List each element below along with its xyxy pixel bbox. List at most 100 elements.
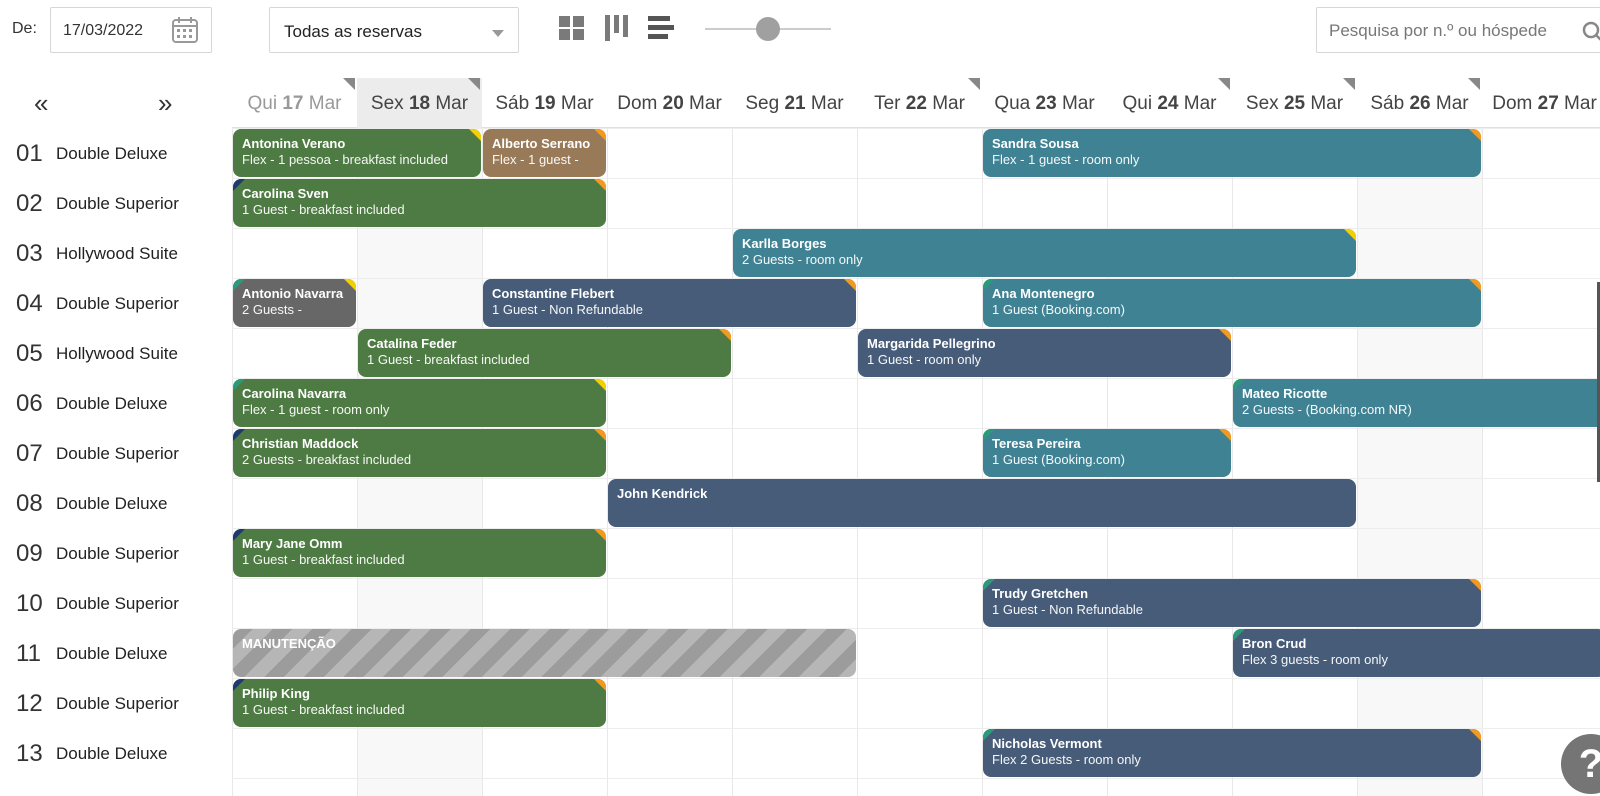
- room-row[interactable]: 01 Double Deluxe: [0, 128, 232, 178]
- booking-block[interactable]: Ana Montenegro 1 Guest (Booking.com): [983, 279, 1481, 327]
- day-month: Mar: [810, 93, 844, 114]
- booking-grid[interactable]: Antonina Verano Flex - 1 pessoa - breakfa…: [232, 128, 1600, 796]
- day-number: 25: [1283, 93, 1306, 114]
- search-field[interactable]: [1316, 7, 1600, 53]
- booking-block[interactable]: John Kendrick: [608, 479, 1356, 527]
- day-marker-icon: [968, 78, 980, 90]
- day-month: Mar: [1061, 93, 1095, 114]
- booking-block[interactable]: Margarida Pellegrino 1 Guest - room only: [858, 329, 1231, 377]
- day-number: 21: [784, 93, 806, 114]
- filter-selected-value[interactable]: Todas as reservas: [284, 22, 422, 42]
- booking-guest-name: John Kendrick: [617, 486, 708, 501]
- day-month: Mar: [932, 93, 965, 114]
- room-row[interactable]: 12 Double Superior: [0, 678, 232, 728]
- channel-flag-icon: [233, 529, 245, 541]
- room-type: Double Superior: [56, 444, 179, 463]
- day-month: Mar: [560, 93, 594, 114]
- day-column-header[interactable]: Ter 22 Mar: [857, 78, 982, 128]
- channel-flag-icon: [983, 429, 995, 441]
- booking-block[interactable]: Philip King 1 Guest - breakfast included: [233, 679, 606, 727]
- room-row[interactable]: 07 Double Superior: [0, 428, 232, 478]
- day-marker-icon: [1468, 78, 1480, 90]
- booking-guest-name: Christian Maddock: [242, 436, 359, 451]
- day-column-header[interactable]: Sáb 26 Mar: [1357, 78, 1482, 128]
- day-month: Mar: [1435, 93, 1469, 114]
- day-weekday: Sex: [370, 93, 404, 114]
- previous-period-button[interactable]: «: [34, 90, 48, 116]
- day-weekday: Seg: [745, 93, 780, 114]
- zoom-slider-handle[interactable]: [756, 17, 780, 41]
- calendar-icon[interactable]: [171, 16, 199, 44]
- booking-block[interactable]: Mary Jane Omm 1 Guest - breakfast include…: [233, 529, 606, 577]
- day-weekday: Dom: [1492, 93, 1533, 114]
- booking-block[interactable]: Antonina Verano Flex - 1 pessoa - breakfa…: [233, 129, 481, 177]
- booking-block[interactable]: Alberto Serrano Flex - 1 guest -: [483, 129, 606, 177]
- day-marker-icon: [1218, 78, 1230, 90]
- date-field[interactable]: 17/03/2022: [50, 7, 212, 53]
- day-column-header[interactable]: Seg 21 Mar: [732, 78, 857, 128]
- booking-guest-name: Mary Jane Omm: [242, 536, 343, 551]
- booking-block[interactable]: Karlla Borges 2 Guests - room only: [733, 229, 1356, 277]
- day-number: 18: [408, 93, 431, 114]
- room-row[interactable]: 04 Double Superior: [0, 278, 232, 328]
- room-row[interactable]: 08 Double Deluxe: [0, 478, 232, 528]
- reservations-filter-select[interactable]: Todas as reservas: [269, 7, 519, 53]
- booking-block[interactable]: Catalina Feder 1 Guest - breakfast includ…: [358, 329, 731, 377]
- status-flag-icon: [594, 379, 606, 391]
- status-flag-icon: [594, 529, 606, 541]
- booking-block[interactable]: Teresa Pereira 1 Guest (Booking.com): [983, 429, 1231, 477]
- room-type: Double Superior: [56, 544, 179, 563]
- booking-guest-name: Antonina Verano: [242, 136, 346, 151]
- search-icon[interactable]: [1581, 20, 1600, 44]
- status-flag-icon: [1219, 429, 1231, 441]
- day-column-header[interactable]: Sex 25 Mar: [1232, 78, 1357, 128]
- booking-block[interactable]: Carolina Navarra Flex - 1 guest - room on…: [233, 379, 606, 427]
- room-row[interactable]: 11 Double Deluxe: [0, 628, 232, 678]
- columns-view-icon[interactable]: [603, 14, 631, 42]
- booking-block[interactable]: Mateo Ricotte 2 Guests - (Booking.com NR): [1233, 379, 1600, 427]
- chevron-down-icon[interactable]: [492, 30, 504, 37]
- booking-details: 1 Guest - Non Refundable: [492, 302, 644, 317]
- channel-flag-icon: [233, 179, 245, 191]
- booking-details: 2 Guests -: [242, 302, 302, 317]
- room-row[interactable]: 05 Hollywood Suite: [0, 328, 232, 378]
- booking-details: 1 Guest - breakfast included: [242, 702, 405, 717]
- room-row[interactable]: 13 Double Deluxe: [0, 728, 232, 778]
- booking-block[interactable]: Constantine Flebert 1 Guest - Non Refunda…: [483, 279, 856, 327]
- day-column-header[interactable]: Qui 24 Mar: [1107, 78, 1232, 128]
- day-number: 27: [1537, 93, 1559, 114]
- booking-guest-name: MANUTENÇÃO: [242, 636, 336, 651]
- status-flag-icon: [1219, 329, 1231, 341]
- booking-guest-name: Constantine Flebert: [492, 286, 615, 301]
- room-row[interactable]: 10 Double Superior: [0, 578, 232, 628]
- maintenance-block[interactable]: MANUTENÇÃO: [233, 629, 856, 677]
- booking-block[interactable]: Nicholas Vermont Flex 2 Guests - room onl…: [983, 729, 1481, 777]
- day-column-header[interactable]: Dom 20 Mar: [607, 78, 732, 128]
- day-column-header[interactable]: Qui 17 Mar: [232, 78, 357, 128]
- grid-view-icon[interactable]: [558, 14, 586, 42]
- room-row[interactable]: 09 Double Superior: [0, 528, 232, 578]
- next-period-button[interactable]: »: [158, 90, 172, 116]
- room-row[interactable]: 02 Double Superior: [0, 178, 232, 228]
- day-column-header[interactable]: Dom 27 Mar: [1482, 78, 1600, 128]
- booking-guest-name: Catalina Feder: [367, 336, 457, 351]
- booking-block[interactable]: Sandra Sousa Flex - 1 guest - room only: [983, 129, 1481, 177]
- booking-block[interactable]: Bron Crud Flex 3 guests - room only: [1233, 629, 1600, 677]
- status-flag-icon: [594, 179, 606, 191]
- search-input[interactable]: [1329, 20, 1584, 42]
- booking-block[interactable]: Trudy Gretchen 1 Guest - Non Refundable: [983, 579, 1481, 627]
- timeline-view-icon[interactable]: [647, 14, 675, 42]
- booking-block[interactable]: Antonio Navarra 2 Guests -: [233, 279, 356, 327]
- day-column-header[interactable]: Sáb 19 Mar: [482, 78, 607, 128]
- date-value[interactable]: 17/03/2022: [63, 22, 143, 40]
- day-marker-icon: [1343, 78, 1355, 90]
- room-row[interactable]: 03 Hollywood Suite: [0, 228, 232, 278]
- booking-block[interactable]: Christian Maddock 2 Guests - breakfast in…: [233, 429, 606, 477]
- zoom-slider[interactable]: [705, 16, 831, 42]
- day-number: 17: [282, 93, 304, 114]
- day-column-header[interactable]: Sex 18 Mar: [357, 78, 482, 128]
- day-column-header[interactable]: Qua 23 Mar: [982, 78, 1107, 128]
- room-row[interactable]: 06 Double Deluxe: [0, 378, 232, 428]
- room-number: 08: [16, 490, 43, 517]
- booking-block[interactable]: Carolina Sven 1 Guest - breakfast include…: [233, 179, 606, 227]
